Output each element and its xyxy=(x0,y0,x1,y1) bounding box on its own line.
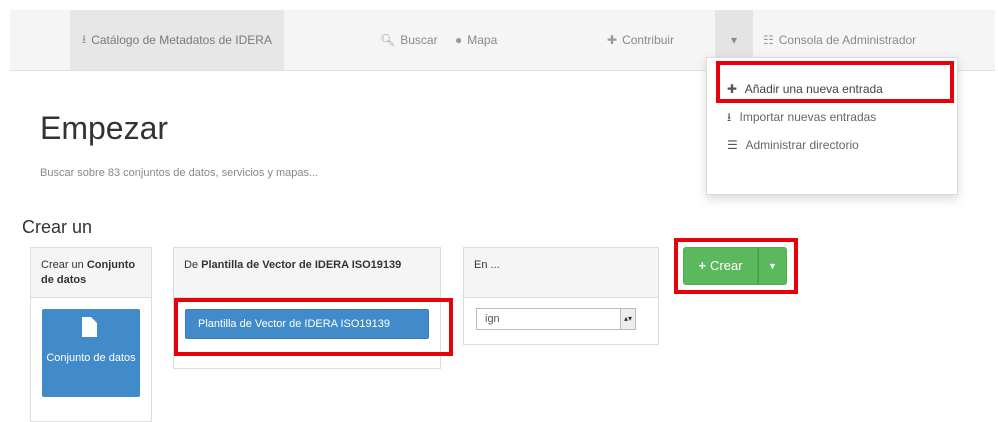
menu-item-add-new-entry[interactable]: ✚ Añadir una nueva entrada xyxy=(727,82,883,96)
upload-icon: ⭳ xyxy=(727,110,732,124)
panel-template-heading: De Plantilla de Vector de IDERA ISO19139 xyxy=(174,248,440,298)
list-icon: ☰ xyxy=(727,138,738,152)
panel-template-prefix: De xyxy=(184,259,202,271)
group-select[interactable]: ign ▴▾ xyxy=(476,308,636,330)
panel-template: De Plantilla de Vector de IDERA ISO19139… xyxy=(173,247,441,369)
nav-item-map[interactable]: ● Mapa xyxy=(455,10,497,70)
panel-resource-type-heading: Crear un Conjunto de datos xyxy=(31,248,151,298)
page-subtitle: Buscar sobre 83 conjuntos de datos, serv… xyxy=(40,167,319,179)
panel-group-heading: En ... xyxy=(464,248,658,298)
nav-brand-label: Catálogo de Metadatos de IDERA xyxy=(91,33,272,47)
nav-brand-catalog[interactable]: ⭳ Catálogo de Metadatos de IDERA xyxy=(70,10,284,70)
create-button[interactable]: + Crear xyxy=(683,247,758,285)
document-icon xyxy=(82,317,97,337)
grid-icon: ☷ xyxy=(763,33,774,47)
plus-icon: + xyxy=(698,258,707,273)
dataset-type-tile[interactable]: Conjunto de datos xyxy=(42,309,140,397)
caret-down-icon: ▼ xyxy=(768,261,777,271)
contribute-dropdown-menu: ✚ Añadir una nueva entrada ⭳ Importar nu… xyxy=(706,57,958,195)
nav-item-admin-label: Consola de Administrador xyxy=(778,33,917,47)
panel-template-bold: Plantilla de Vector de IDERA ISO19139 xyxy=(201,259,402,271)
nav-item-search[interactable]: 🔍︎ Buscar xyxy=(380,10,438,70)
panel-group: En ... ign ▴▾ xyxy=(463,247,659,345)
upload-icon: ⭳ xyxy=(82,31,87,46)
dataset-type-tile-label: Conjunto de datos xyxy=(46,352,136,364)
page-title: Empezar xyxy=(40,110,169,146)
section-title: Crear un xyxy=(22,217,93,237)
nav-item-map-label: Mapa xyxy=(467,33,498,47)
menu-item-manage-directory[interactable]: ☰ Administrar directorio xyxy=(727,138,859,152)
panel-resource-type: Crear un Conjunto de datos Conjunto de d… xyxy=(30,247,152,422)
menu-item-import-entries-label: Importar nuevas entradas xyxy=(739,110,877,124)
menu-item-manage-directory-label: Administrar directorio xyxy=(745,138,859,152)
search-icon: 🔍︎ xyxy=(380,33,396,47)
plus-icon: ✚ xyxy=(727,82,738,96)
caret-down-icon: ▾ xyxy=(730,33,738,47)
nav-item-contribute-label: Contribuir xyxy=(622,33,675,47)
plus-icon: ✚ xyxy=(607,33,618,47)
select-arrow-icon: ▴▾ xyxy=(620,309,635,329)
nav-item-contribute[interactable]: ✚ Contribuir xyxy=(607,10,674,70)
menu-item-import-entries[interactable]: ⭳ Importar nuevas entradas xyxy=(727,108,876,129)
group-select-value: ign xyxy=(485,313,500,325)
menu-item-add-new-entry-label: Añadir una nueva entrada xyxy=(744,82,883,96)
create-button-group: + Crear ▼ xyxy=(683,247,787,285)
create-button-label: Crear xyxy=(710,258,743,273)
panel-resource-type-prefix: Crear un xyxy=(41,259,87,271)
globe-icon: ● xyxy=(455,33,463,47)
create-options-toggle[interactable]: ▼ xyxy=(758,247,787,285)
template-option-button[interactable]: Plantilla de Vector de IDERA ISO19139 xyxy=(185,309,429,339)
nav-item-search-label: Buscar xyxy=(400,33,438,47)
